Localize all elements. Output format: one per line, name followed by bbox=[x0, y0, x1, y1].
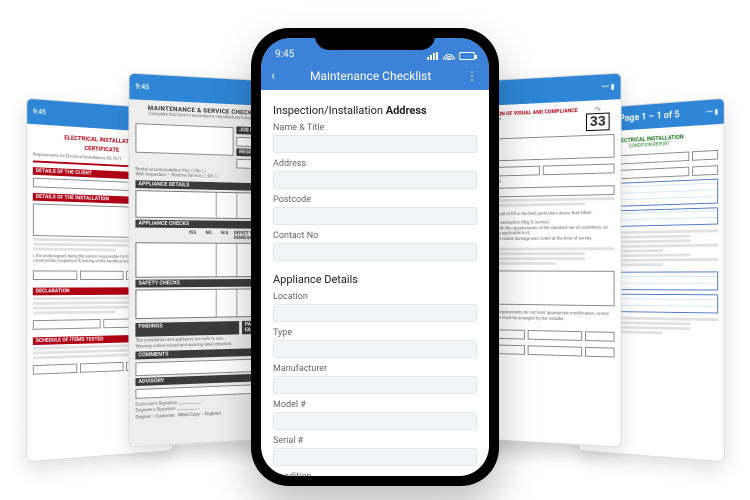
status-right-icons bbox=[427, 52, 475, 60]
battery-icon bbox=[459, 52, 475, 60]
label-type: Type bbox=[273, 328, 477, 338]
field-type: Type bbox=[273, 328, 477, 358]
page-indicator: Page 1 – 1 of 5 bbox=[619, 109, 679, 124]
field-manufacturer: Manufacturer bbox=[273, 364, 477, 394]
status-time: 9:45 bbox=[275, 49, 294, 60]
label-condition: Condition bbox=[273, 472, 477, 476]
field-address: Address bbox=[273, 159, 477, 189]
input-address[interactable] bbox=[273, 171, 477, 189]
status-icons: ••• ▮ bbox=[706, 108, 718, 117]
field-contact: Contact No bbox=[273, 231, 477, 261]
field-location: Location bbox=[273, 292, 477, 322]
input-contact[interactable] bbox=[273, 243, 477, 261]
status-time: 9:45 bbox=[33, 108, 46, 117]
signal-icon bbox=[427, 52, 439, 60]
label-location: Location bbox=[273, 292, 477, 302]
status-icons: ••• ▮ bbox=[602, 83, 615, 92]
app-title: Maintenance Checklist bbox=[310, 69, 431, 83]
field-name: Name & Title bbox=[273, 123, 477, 153]
input-model[interactable] bbox=[273, 412, 477, 430]
section-address-title: Inspection/Installation Address bbox=[273, 104, 477, 117]
label-model: Model # bbox=[273, 400, 477, 410]
input-manufacturer[interactable] bbox=[273, 376, 477, 394]
label-contact: Contact No bbox=[273, 231, 477, 241]
label-name: Name & Title bbox=[273, 123, 477, 133]
back-button[interactable]: ‹ bbox=[271, 68, 275, 84]
label-manufacturer: Manufacturer bbox=[273, 364, 477, 374]
phone-screen: 9:45 ‹ Maintenance Checklist ⋮ Inspectio… bbox=[261, 38, 489, 476]
app-bar: ‹ Maintenance Checklist ⋮ bbox=[261, 62, 489, 90]
wifi-icon bbox=[443, 52, 455, 60]
input-postcode[interactable] bbox=[273, 207, 477, 225]
phone-notch bbox=[315, 28, 435, 50]
input-name[interactable] bbox=[273, 135, 477, 153]
input-type[interactable] bbox=[273, 340, 477, 358]
field-model: Model # bbox=[273, 400, 477, 430]
input-serial[interactable] bbox=[273, 448, 477, 466]
page-number-box: 33 bbox=[586, 112, 610, 131]
form-sheet[interactable]: Inspection/Installation Address Name & T… bbox=[261, 90, 489, 476]
phone-frame: 9:45 ‹ Maintenance Checklist ⋮ Inspectio… bbox=[251, 28, 499, 486]
label-address: Address bbox=[273, 159, 477, 169]
field-postcode: Postcode bbox=[273, 195, 477, 225]
input-location[interactable] bbox=[273, 304, 477, 322]
label-serial: Serial # bbox=[273, 436, 477, 446]
status-time: 9:45 bbox=[135, 83, 149, 92]
label-postcode: Postcode bbox=[273, 195, 477, 205]
field-condition: Condition Excellent/Good/Fair/Poor bbox=[273, 472, 477, 476]
menu-button[interactable]: ⋮ bbox=[466, 69, 479, 83]
field-serial: Serial # bbox=[273, 436, 477, 466]
section-appliance-title: Appliance Details bbox=[273, 273, 477, 286]
